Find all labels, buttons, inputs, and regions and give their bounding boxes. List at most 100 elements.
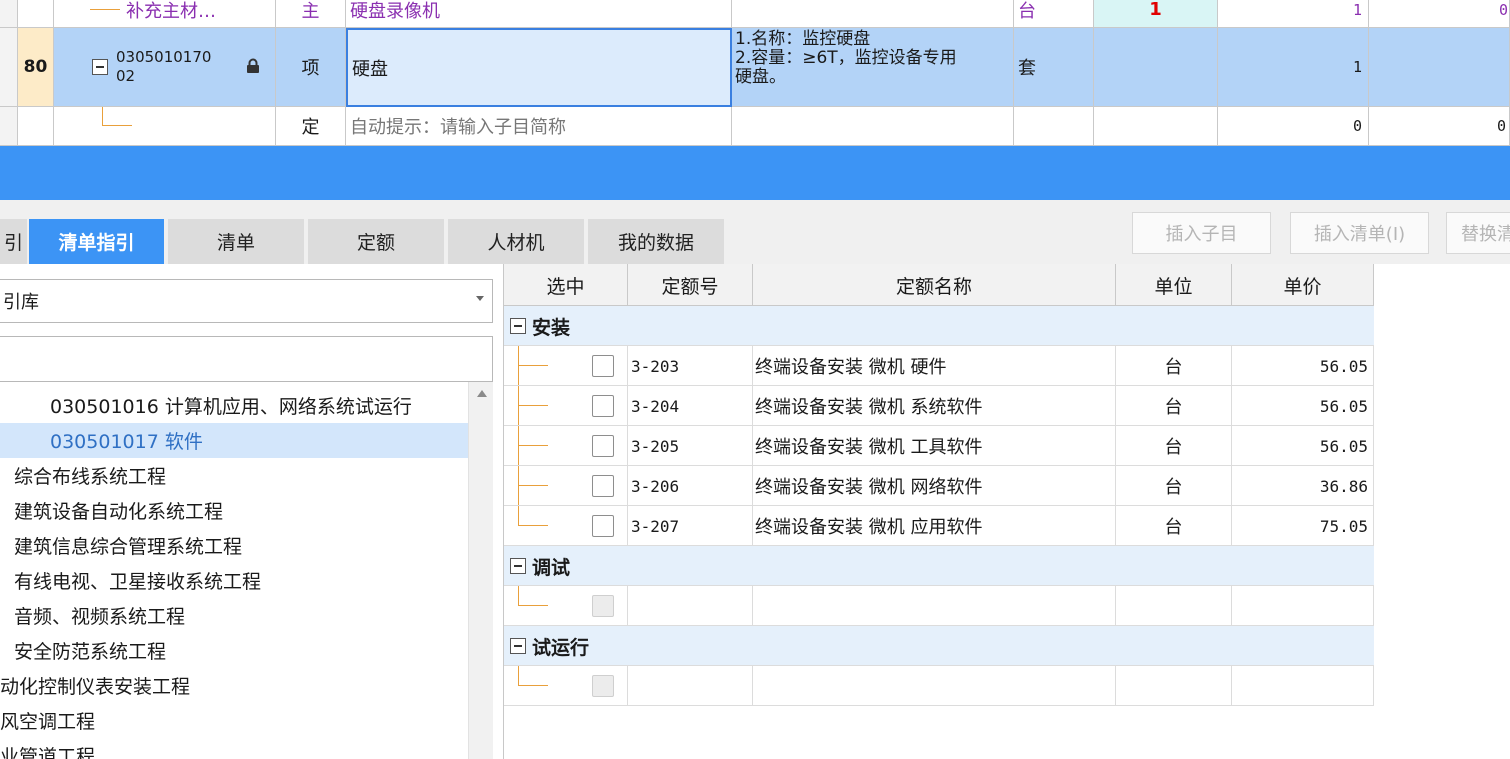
row-checkbox-disabled: [592, 595, 614, 617]
table-row-empty[interactable]: [504, 666, 1374, 706]
row-amount: 1: [1218, 28, 1369, 107]
grid-row-sub[interactable]: 定 自动提示：请输入子目简称 0 0: [0, 107, 1510, 146]
column-header-select[interactable]: 选中: [504, 264, 628, 306]
row-checkbox[interactable]: [592, 515, 614, 537]
collapse-icon[interactable]: [510, 318, 526, 334]
row-qty-cell[interactable]: [1094, 28, 1218, 107]
row-qty-mark[interactable]: 1: [1094, 0, 1218, 28]
row-name[interactable]: 硬盘: [346, 28, 732, 107]
grid-row-selected[interactable]: 80 0305010170 02 项 硬盘 1.名称：监控硬盘 2.容量：≥6T…: [0, 28, 1510, 107]
column-header-code[interactable]: 定额号: [628, 264, 753, 306]
table-row-empty[interactable]: [504, 586, 1374, 626]
tree-item[interactable]: 建筑信息综合管理系统工程: [0, 528, 468, 563]
quota-price: 75.05: [1232, 506, 1374, 546]
insert-sub-button[interactable]: 插入子目: [1132, 212, 1271, 254]
tree-scrollbar[interactable]: [468, 382, 493, 759]
table-row[interactable]: 3-207 终端设备安装 微机 应用软件 台 75.05: [504, 506, 1374, 546]
collapse-icon[interactable]: [510, 558, 526, 574]
tree-item-label: 业管道工程: [0, 746, 96, 759]
replace-button[interactable]: 替换清: [1446, 212, 1510, 254]
row-name-hint[interactable]: 自动提示：请输入子目简称: [346, 107, 732, 146]
tree-item-label: 安全防范系统工程: [14, 641, 167, 663]
grid-row-partial[interactable]: 补充主材… 主 硬盘录像机 台 1 1 0: [0, 0, 1510, 28]
quota-name: 终端设备安装 微机 硬件: [753, 346, 1116, 386]
tree-item-selected[interactable]: 030501017 软件: [0, 423, 468, 458]
quota-unit: 台: [1116, 386, 1232, 426]
tree-item-label: 综合布线系统工程: [14, 466, 167, 488]
group-title: 调试: [532, 556, 571, 579]
guide-library-panel: 引库 030501016 计算机应用、网络系统试运行 030501017 软件 …: [0, 264, 493, 759]
row-code-cell: 补充主材…: [54, 0, 276, 28]
tab-list-guide[interactable]: 清单指引: [29, 219, 165, 264]
column-header-unit[interactable]: 单位: [1116, 264, 1232, 306]
group-title: 安装: [532, 316, 571, 339]
tree-item[interactable]: 业管道工程: [0, 738, 468, 759]
panel-splitter[interactable]: [0, 146, 1510, 200]
table-row[interactable]: 3-206 终端设备安装 微机 网络软件 台 36.86: [504, 466, 1374, 506]
search-input[interactable]: [0, 336, 493, 382]
chevron-down-icon[interactable]: [476, 296, 484, 301]
tree-item[interactable]: 音频、视频系统工程: [0, 598, 468, 633]
row-marker-cell: [0, 107, 18, 146]
row-checkbox[interactable]: [592, 395, 614, 417]
group-row-debug[interactable]: 调试: [504, 546, 1374, 586]
row-checkbox[interactable]: [592, 435, 614, 457]
row-code-line2: 02: [116, 67, 136, 85]
tree-item[interactable]: 有线电视、卫星接收系统工程: [0, 563, 468, 598]
quota-unit: 台: [1116, 506, 1232, 546]
group-title: 试运行: [532, 636, 590, 659]
group-row-install[interactable]: 安装: [504, 306, 1374, 346]
collapse-icon[interactable]: [92, 59, 108, 75]
tab-labor-material-machine[interactable]: 人材机: [448, 219, 585, 264]
tab-guide-partial[interactable]: 引: [0, 219, 28, 264]
table-row[interactable]: 3-203 终端设备安装 微机 硬件 台 56.05: [504, 346, 1374, 386]
quota-price: 56.05: [1232, 386, 1374, 426]
row-code-line1: 0305010170: [116, 48, 212, 66]
library-select[interactable]: 引库: [0, 279, 493, 323]
row-name[interactable]: 硬盘录像机: [346, 0, 732, 28]
row-gutter-cell: [18, 0, 54, 28]
collapse-icon[interactable]: [510, 638, 526, 654]
quota-code: 3-203: [628, 346, 753, 386]
tree-item-label: 有线电视、卫星接收系统工程: [14, 571, 262, 593]
tree-item[interactable]: 综合布线系统工程: [0, 458, 468, 493]
row-feature-line2: 2.容量：≥6T，监控设备专用: [735, 48, 957, 68]
tree-item[interactable]: 建筑设备自动化系统工程: [0, 493, 468, 528]
row-feature-line3: 硬盘。: [735, 67, 786, 87]
table-row[interactable]: 3-205 终端设备安装 微机 工具软件 台 56.05: [504, 426, 1374, 466]
column-header-name[interactable]: 定额名称: [753, 264, 1116, 306]
quota-code: 3-205: [628, 426, 753, 466]
tree-item[interactable]: 风空调工程: [0, 703, 468, 738]
row-code-cell[interactable]: 0305010170 02: [54, 28, 276, 107]
tree-item[interactable]: 030501016 计算机应用、网络系统试运行: [0, 388, 468, 423]
tree-item[interactable]: 安全防范系统工程: [0, 633, 468, 668]
tree-item[interactable]: 动化控制仪表安装工程: [0, 668, 468, 703]
quota-unit: 台: [1116, 466, 1232, 506]
table-row[interactable]: 3-204 终端设备安装 微机 系统软件 台 56.05: [504, 386, 1374, 426]
lock-icon: [246, 58, 260, 74]
tab-quota[interactable]: 定额: [308, 219, 445, 264]
quota-price: 36.86: [1232, 466, 1374, 506]
row-checkbox[interactable]: [592, 355, 614, 377]
row-amount: 1: [1218, 0, 1369, 28]
group-row-trial-run[interactable]: 试运行: [504, 626, 1374, 666]
insert-list-button[interactable]: 插入清单(I): [1290, 212, 1429, 254]
column-header-price[interactable]: 单价: [1232, 264, 1374, 306]
row-type: 主: [276, 0, 346, 28]
row-unit-cell: [1014, 107, 1094, 146]
library-select-value: 引库: [3, 292, 39, 313]
tree-item-label: 风空调工程: [0, 711, 96, 733]
quota-name: 终端设备安装 微机 应用软件: [753, 506, 1116, 546]
row-last-cell: [1369, 28, 1510, 107]
row-index-cell: [0, 0, 18, 28]
tab-my-data[interactable]: 我的数据: [588, 219, 725, 264]
row-index-cell: [18, 107, 54, 146]
row-amount: 0: [1218, 107, 1369, 146]
row-feature-cell[interactable]: 1.名称：监控硬盘 2.容量：≥6T，监控设备专用 硬盘。: [732, 28, 1014, 107]
tab-list[interactable]: 清单: [168, 219, 305, 264]
quota-name: 终端设备安装 微机 工具软件: [753, 426, 1116, 466]
tree-item-label: 动化控制仪表安装工程: [0, 676, 191, 698]
scroll-up-icon[interactable]: [477, 390, 487, 397]
row-checkbox[interactable]: [592, 475, 614, 497]
row-feature-cell: [732, 107, 1014, 146]
